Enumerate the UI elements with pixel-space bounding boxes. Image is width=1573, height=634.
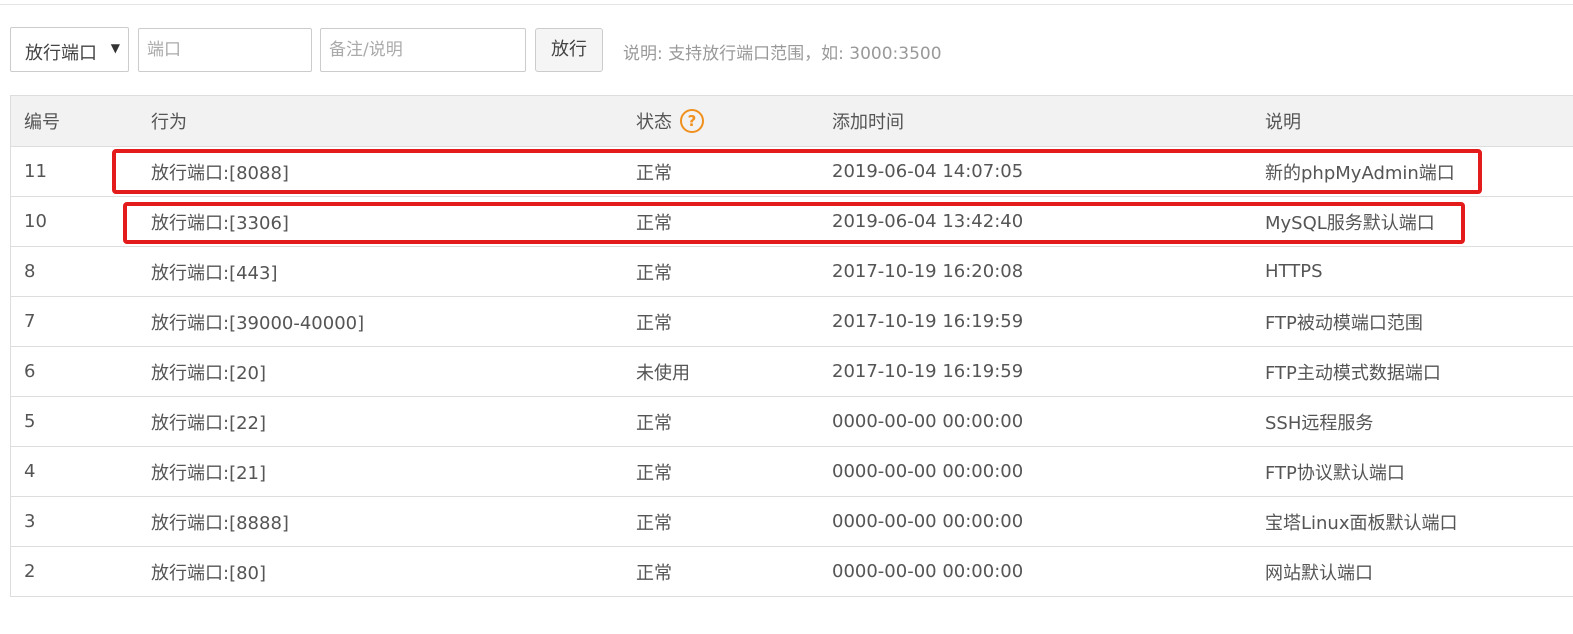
row-desc: MySQL服务默认端口 xyxy=(1265,212,1435,234)
row-state: 正常 xyxy=(636,512,672,534)
row-time: 2017-10-19 16:19:59 xyxy=(832,361,1024,382)
table-row: 8 放行端口:[443] 正常 2017-10-19 16:20:08 HTTP… xyxy=(11,247,1573,297)
row-state: 正常 xyxy=(636,462,672,484)
row-time: 0000-00-00 00:00:00 xyxy=(832,461,1024,482)
row-action: 放行端口:[80] xyxy=(151,562,267,584)
row-state: 未使用 xyxy=(636,362,690,384)
row-time: 2017-10-19 16:19:59 xyxy=(832,311,1024,332)
port-rules-table: 编号 行为 状态 ? 添加时间 说明 11 放行端口:[8088] 正常 201… xyxy=(10,95,1573,597)
table-row: 2 放行端口:[80] 正常 0000-00-00 00:00:00 网站默认端… xyxy=(11,547,1573,597)
header-state-label: 状态 xyxy=(636,112,672,133)
row-action: 放行端口:[39000-40000] xyxy=(151,312,365,334)
help-icon[interactable]: ? xyxy=(680,109,704,133)
row-id: 11 xyxy=(24,161,47,182)
row-time: 0000-00-00 00:00:00 xyxy=(832,411,1024,432)
table-row: 3 放行端口:[8888] 正常 0000-00-00 00:00:00 宝塔L… xyxy=(11,497,1573,547)
row-time: 0000-00-00 00:00:00 xyxy=(832,511,1024,532)
row-desc: 宝塔Linux面板默认端口 xyxy=(1265,512,1458,534)
row-id: 3 xyxy=(24,511,36,532)
top-divider xyxy=(0,4,1573,5)
header-id: 编号 xyxy=(24,112,60,133)
row-desc: HTTPS xyxy=(1265,261,1323,282)
allow-button[interactable]: 放行 xyxy=(535,28,603,72)
header-state: 状态 ? xyxy=(636,96,704,146)
row-desc: FTP被动模端口范围 xyxy=(1265,312,1423,334)
row-state: 正常 xyxy=(636,162,672,184)
table-row: 11 放行端口:[8088] 正常 2019-06-04 14:07:05 新的… xyxy=(11,147,1573,197)
row-action: 放行端口:[8088] xyxy=(151,162,289,184)
row-id: 10 xyxy=(24,211,47,232)
row-id: 4 xyxy=(24,461,36,482)
table-row: 6 放行端口:[20] 未使用 2017-10-19 16:19:59 FTP主… xyxy=(11,347,1573,397)
row-time: 2019-06-04 14:07:05 xyxy=(832,161,1024,182)
row-desc: 网站默认端口 xyxy=(1265,562,1373,584)
port-input[interactable] xyxy=(138,28,312,72)
row-time: 2017-10-19 16:20:08 xyxy=(832,261,1024,282)
row-action: 放行端口:[22] xyxy=(151,412,267,434)
row-desc: FTP主动模式数据端口 xyxy=(1265,362,1441,384)
table-header: 编号 行为 状态 ? 添加时间 说明 xyxy=(11,96,1573,147)
row-action: 放行端口:[3306] xyxy=(151,212,289,234)
row-desc: SSH远程服务 xyxy=(1265,412,1374,434)
dropdown-arrow-icon: ▼ xyxy=(110,41,120,55)
row-state: 正常 xyxy=(636,262,672,284)
table-row: 7 放行端口:[39000-40000] 正常 2017-10-19 16:19… xyxy=(11,297,1573,347)
table-row: 5 放行端口:[22] 正常 0000-00-00 00:00:00 SSH远程… xyxy=(11,397,1573,447)
row-state: 正常 xyxy=(636,212,672,234)
row-id: 6 xyxy=(24,361,36,382)
header-time: 添加时间 xyxy=(832,112,904,133)
rule-type-value: 放行端口 xyxy=(25,43,97,64)
row-id: 8 xyxy=(24,261,36,282)
row-action: 放行端口:[21] xyxy=(151,462,267,484)
table-row: 10 放行端口:[3306] 正常 2019-06-04 13:42:40 My… xyxy=(11,197,1573,247)
note-input[interactable] xyxy=(320,28,526,72)
rule-type-select[interactable]: 放行端口 ▼ xyxy=(10,27,129,72)
header-desc: 说明 xyxy=(1265,112,1301,133)
row-action: 放行端口:[443] xyxy=(151,262,278,284)
row-id: 5 xyxy=(24,411,36,432)
hint-text: 说明: 支持放行端口范围，如: 3000:3500 xyxy=(623,44,942,64)
row-desc: 新的phpMyAdmin端口 xyxy=(1265,162,1455,184)
row-time: 0000-00-00 00:00:00 xyxy=(832,561,1024,582)
row-state: 正常 xyxy=(636,312,672,334)
row-state: 正常 xyxy=(636,412,672,434)
row-action: 放行端口:[8888] xyxy=(151,512,289,534)
table-row: 4 放行端口:[21] 正常 0000-00-00 00:00:00 FTP协议… xyxy=(11,447,1573,497)
header-action: 行为 xyxy=(151,112,187,133)
row-action: 放行端口:[20] xyxy=(151,362,267,384)
row-id: 7 xyxy=(24,311,36,332)
row-desc: FTP协议默认端口 xyxy=(1265,462,1405,484)
row-time: 2019-06-04 13:42:40 xyxy=(832,211,1024,232)
row-state: 正常 xyxy=(636,562,672,584)
row-id: 2 xyxy=(24,561,36,582)
